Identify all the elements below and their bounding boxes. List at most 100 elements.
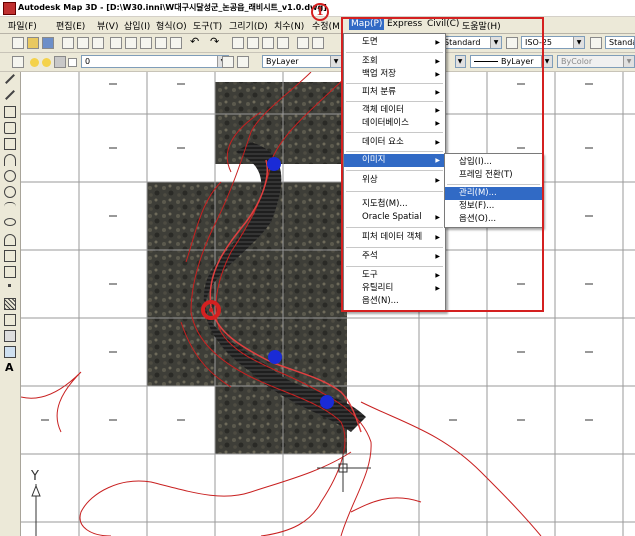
map-menu-item[interactable]: 옵션(N)... bbox=[344, 295, 445, 308]
menu-modify[interactable]: 수정(M) bbox=[312, 19, 340, 32]
plotstyle-combo[interactable]: ByColor ▼ bbox=[557, 55, 635, 68]
line-icon[interactable] bbox=[5, 74, 15, 84]
window-title: Autodesk Map 3D - [D:\W30.inni\W대구시달성군_논… bbox=[18, 3, 327, 12]
image-submenu: 삽입(I)... 프레임 전환(T) 관리(M)... 정보(F)... 옵션(… bbox=[444, 153, 543, 228]
menu-map[interactable]: Map(P) bbox=[349, 18, 385, 30]
map-menu-item[interactable]: 도면 ▶ bbox=[344, 36, 445, 49]
linetype-combo[interactable]: ByLayer ▼ bbox=[470, 55, 553, 68]
marker-point bbox=[268, 350, 282, 364]
draw-toolbar: A bbox=[0, 72, 21, 536]
revcloud-icon[interactable] bbox=[4, 186, 16, 198]
menu-help[interactable]: 도움말(H) bbox=[462, 19, 501, 32]
image-submenu-item-manage[interactable]: 관리(M)... bbox=[445, 187, 542, 200]
textstyle-icon[interactable] bbox=[590, 37, 602, 49]
polygon-icon[interactable] bbox=[4, 122, 16, 134]
zoom-previous-icon[interactable] bbox=[277, 37, 289, 49]
polyline-icon[interactable] bbox=[4, 106, 16, 118]
dimstyle-combo[interactable]: ISO-25 ▼ bbox=[521, 36, 585, 49]
map-menu-item[interactable]: 객체 데이터 ▶ bbox=[344, 104, 445, 117]
table-icon[interactable] bbox=[4, 346, 16, 358]
app-icon bbox=[3, 2, 16, 15]
map-menu-item[interactable]: 유틸리티 ▶ bbox=[344, 282, 445, 295]
zoom-realtime-icon[interactable] bbox=[247, 37, 259, 49]
layer-manager-icon[interactable] bbox=[12, 56, 24, 68]
menu-express[interactable]: Express bbox=[387, 19, 422, 29]
construction-line-icon[interactable] bbox=[5, 90, 15, 100]
menu-format[interactable]: 형식(O) bbox=[156, 19, 187, 32]
map-menu-item[interactable]: 지도첩(M)... bbox=[344, 198, 445, 211]
match-properties-icon[interactable] bbox=[155, 37, 167, 49]
make-current-icon[interactable] bbox=[222, 56, 234, 68]
redo-icon[interactable]: ↷ bbox=[210, 35, 222, 48]
region-icon[interactable] bbox=[4, 330, 16, 342]
layer-previous-icon[interactable] bbox=[237, 56, 249, 68]
textstyle-combo[interactable]: Standard bbox=[605, 36, 635, 49]
zoom-window-icon[interactable] bbox=[262, 37, 274, 49]
menu-file[interactable]: 파일(F) bbox=[8, 19, 37, 32]
menu-dimension[interactable]: 치수(N) bbox=[274, 19, 304, 32]
gradient-icon[interactable] bbox=[4, 314, 16, 326]
map-menu-item[interactable]: 조회 ▶ bbox=[344, 55, 445, 68]
preview-icon[interactable] bbox=[77, 37, 89, 49]
copy-icon[interactable] bbox=[125, 37, 137, 49]
image-submenu-item[interactable]: 프레임 전환(T) bbox=[445, 169, 542, 182]
undo-icon[interactable]: ↶ bbox=[190, 35, 202, 48]
print-icon[interactable] bbox=[62, 37, 74, 49]
mtext-icon[interactable]: A bbox=[5, 362, 17, 374]
map-menu-item-image[interactable]: 이미지 ▶ bbox=[344, 154, 445, 167]
design-center-icon[interactable] bbox=[312, 37, 324, 49]
menu-insert[interactable]: 삽입(I) bbox=[124, 19, 150, 32]
save-icon[interactable] bbox=[42, 37, 54, 49]
step-callout: 1 bbox=[311, 3, 329, 21]
menu-tools[interactable]: 도구(T) bbox=[193, 19, 222, 32]
layer-combo[interactable]: 0▼ bbox=[81, 55, 229, 68]
insert-block-icon[interactable] bbox=[4, 250, 16, 262]
new-icon[interactable] bbox=[12, 37, 24, 49]
marker-point bbox=[267, 157, 281, 171]
properties-icon[interactable] bbox=[297, 37, 309, 49]
map-drawing: Y bbox=[21, 72, 635, 536]
hatch-icon[interactable] bbox=[4, 298, 16, 310]
map-menu-item[interactable]: 백업 저장 ▶ bbox=[344, 68, 445, 81]
image-submenu-item[interactable]: 정보(F)... bbox=[445, 200, 542, 213]
image-submenu-item[interactable]: 삽입(I)... bbox=[445, 156, 542, 169]
pan-icon[interactable] bbox=[232, 37, 244, 49]
map-menu-item[interactable]: 데이터베이스 ▶ bbox=[344, 117, 445, 130]
ellipse-arc-icon[interactable] bbox=[4, 234, 16, 246]
linetype-arrow[interactable]: ▼ bbox=[455, 55, 466, 68]
paste-icon[interactable] bbox=[140, 37, 152, 49]
map-menu-item[interactable]: 데이터 요소 ▶ bbox=[344, 136, 445, 149]
drawing-canvas[interactable]: Y bbox=[21, 72, 635, 536]
marker-point bbox=[320, 395, 334, 409]
publish-icon[interactable] bbox=[92, 37, 104, 49]
spline-icon[interactable] bbox=[4, 202, 16, 214]
color-combo[interactable]: ByLayer ▼ bbox=[262, 55, 342, 68]
ellipse-icon[interactable] bbox=[4, 218, 16, 226]
map-menu-item[interactable]: 도구 ▶ bbox=[344, 269, 445, 282]
dimstyle-icon[interactable] bbox=[506, 37, 518, 49]
menu-draw[interactable]: 그리기(D) bbox=[229, 19, 268, 32]
layer-lock-icon[interactable] bbox=[54, 56, 66, 68]
arc-icon[interactable] bbox=[4, 154, 16, 166]
ucs-y-label: Y bbox=[30, 469, 39, 484]
point-icon[interactable] bbox=[8, 284, 11, 287]
menu-view[interactable]: 뷰(V) bbox=[97, 19, 118, 32]
block-editor-icon[interactable] bbox=[170, 37, 182, 49]
layer-on-icon[interactable] bbox=[30, 58, 39, 67]
rectangle-icon[interactable] bbox=[4, 138, 16, 150]
map-menu-item[interactable]: Oracle Spatial ▶ bbox=[344, 211, 445, 224]
cut-icon[interactable] bbox=[110, 37, 122, 49]
image-submenu-item[interactable]: 옵션(O)... bbox=[445, 213, 542, 226]
map-menu-item[interactable]: 피처 데이터 객체 ▶ bbox=[344, 231, 445, 244]
layer-color-icon[interactable] bbox=[68, 58, 77, 67]
style-combo[interactable]: Standard ▼ bbox=[440, 36, 502, 49]
open-icon[interactable] bbox=[27, 37, 39, 49]
circle-icon[interactable] bbox=[4, 170, 16, 182]
menu-edit[interactable]: 편집(E) bbox=[56, 19, 85, 32]
map-menu-item[interactable]: 위상 ▶ bbox=[344, 174, 445, 187]
menu-civil[interactable]: Civil(C) bbox=[427, 19, 459, 29]
layer-freeze-icon[interactable] bbox=[42, 58, 51, 67]
map-menu-item[interactable]: 주석 ▶ bbox=[344, 250, 445, 263]
make-block-icon[interactable] bbox=[4, 266, 16, 278]
map-menu-item[interactable]: 피처 분류 ▶ bbox=[344, 86, 445, 99]
